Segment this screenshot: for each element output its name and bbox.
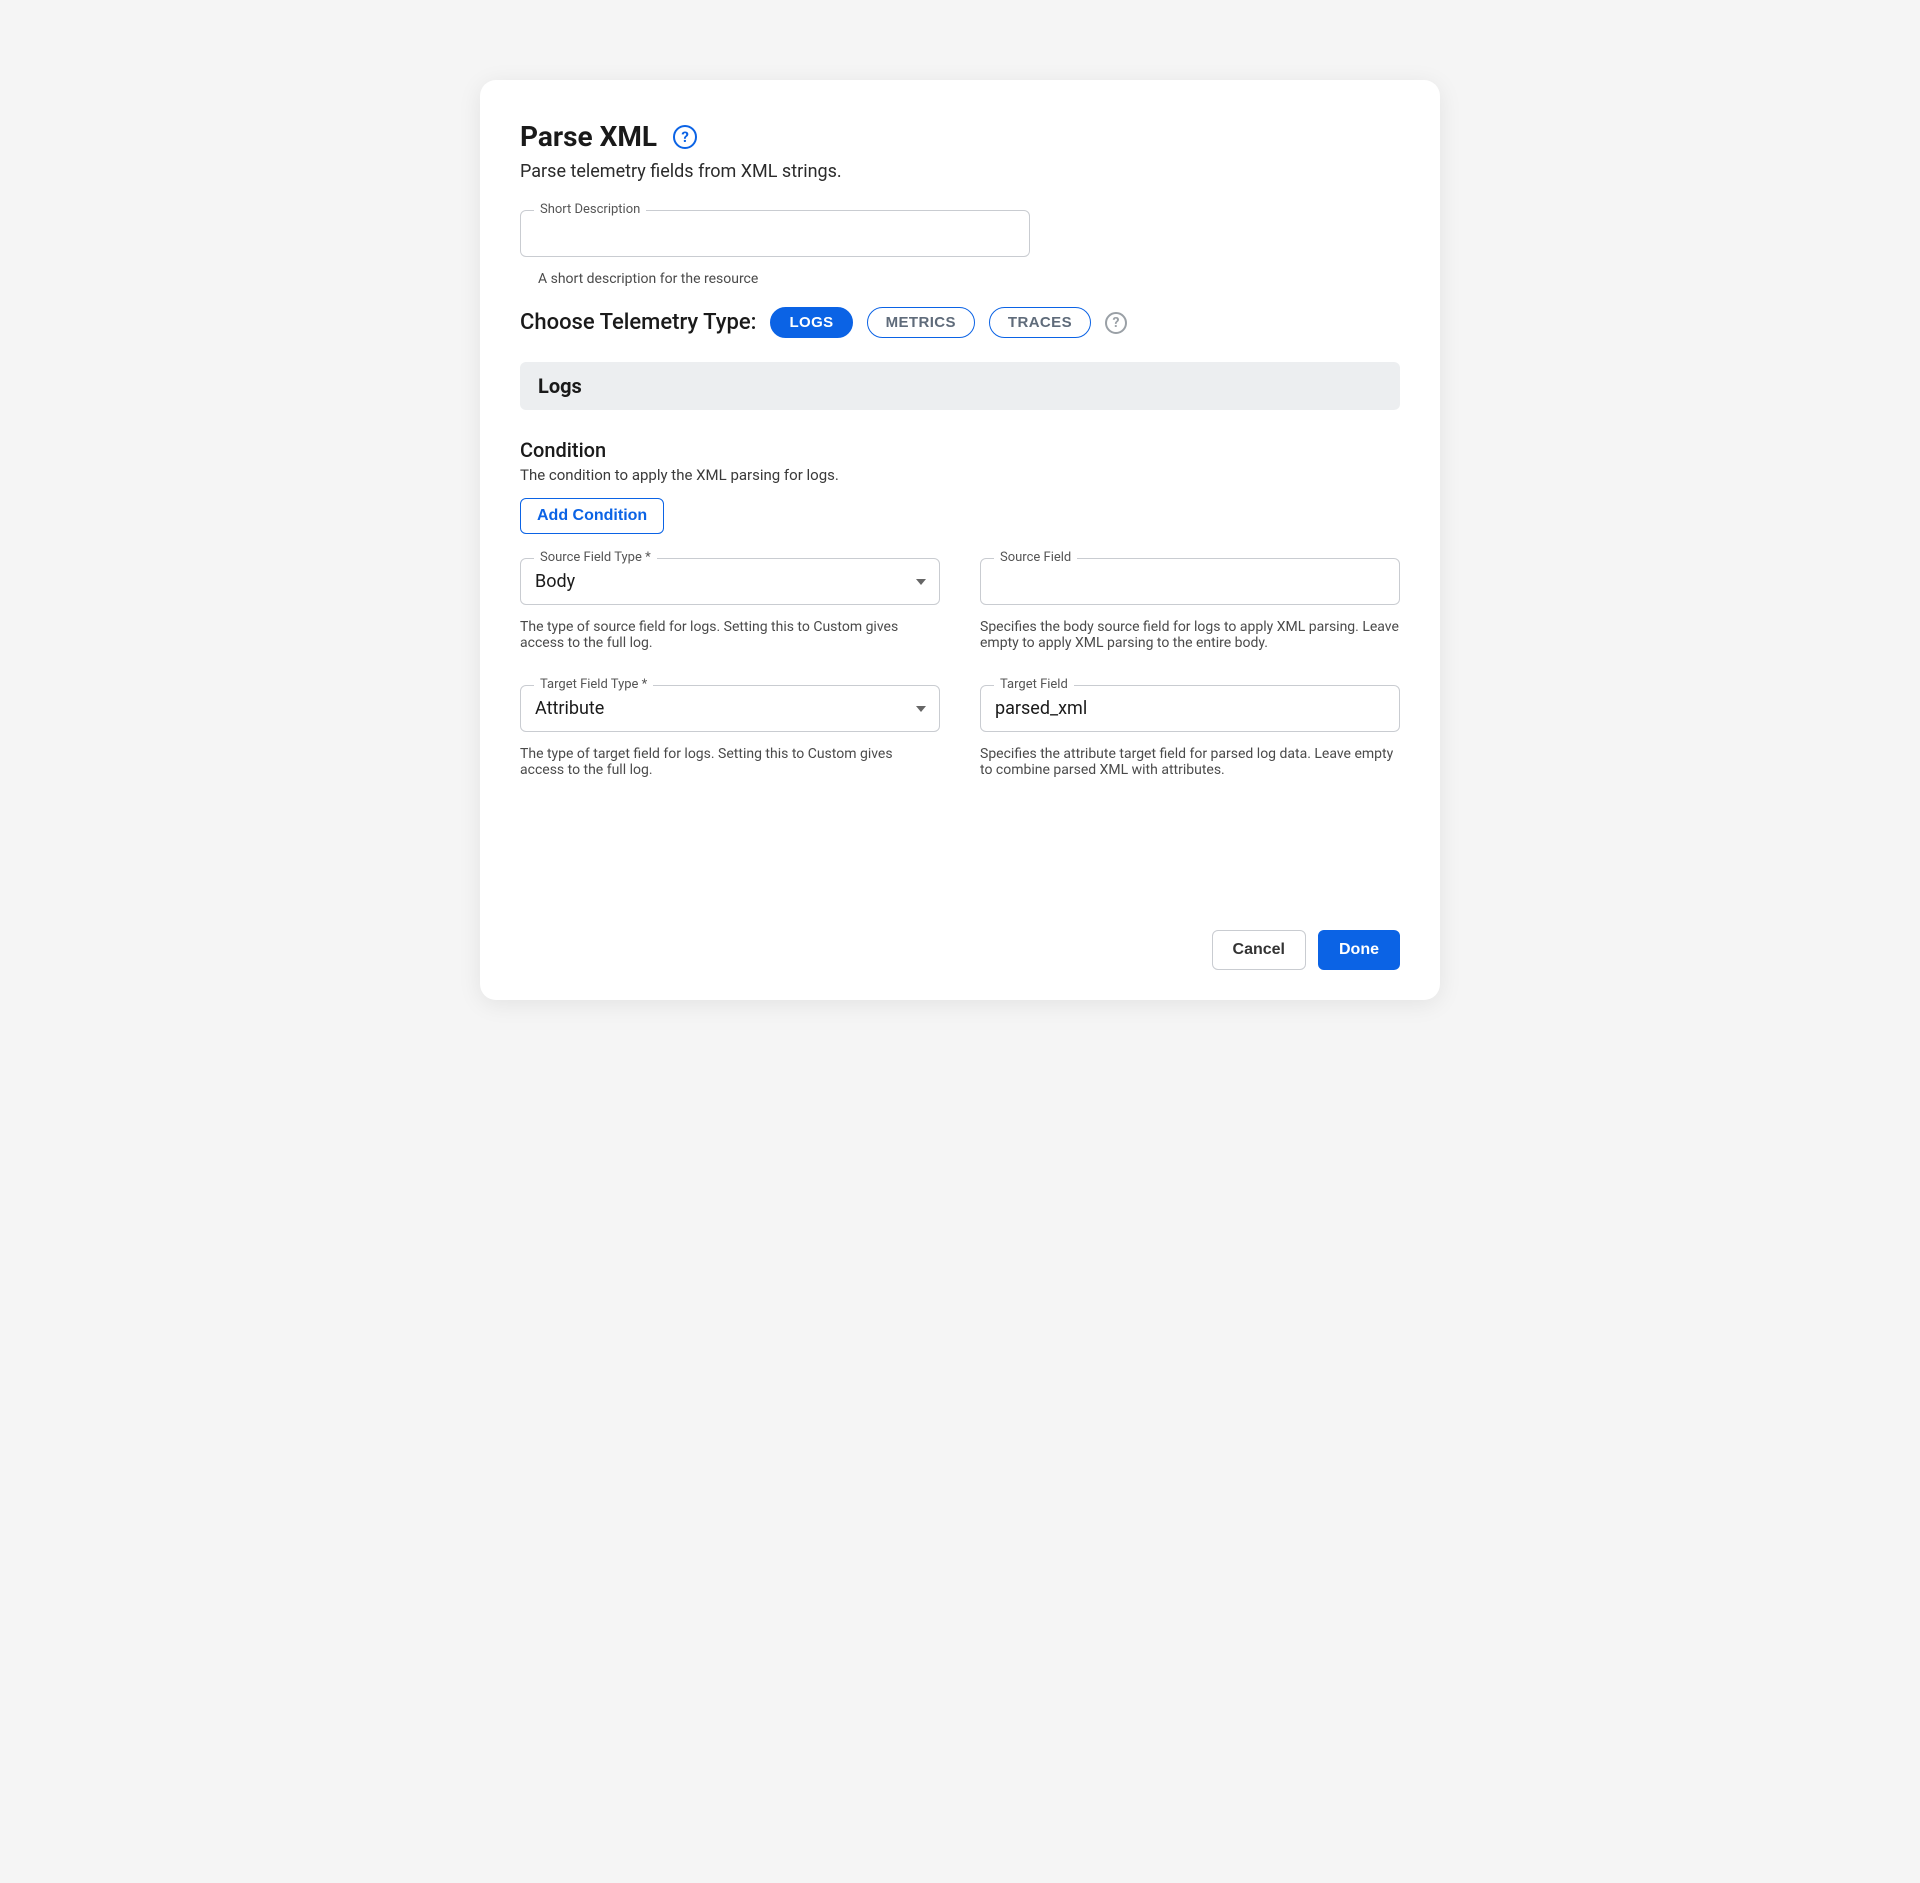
fields-grid-row2: Target Field Type * Attribute The type o…: [520, 685, 1400, 802]
help-icon[interactable]: ?: [673, 125, 697, 149]
page-title: Parse XML: [520, 120, 657, 153]
target-field-type-helper: The type of target field for logs. Setti…: [520, 746, 940, 778]
source-field-input[interactable]: [980, 558, 1400, 605]
target-field-label: Target Field: [994, 677, 1074, 692]
condition-heading: Condition: [520, 438, 1400, 462]
short-description-helper: A short description for the resource: [538, 271, 1400, 287]
telemetry-type-row: Choose Telemetry Type: LOGS METRICS TRAC…: [520, 307, 1400, 338]
condition-section: Condition The condition to apply the XML…: [520, 438, 1400, 558]
header-row: Parse XML ?: [520, 120, 1400, 153]
source-field-type-helper: The type of source field for logs. Setti…: [520, 619, 940, 651]
short-description-field: Short Description: [520, 210, 1400, 257]
source-field-type-col: Source Field Type * Body The type of sou…: [520, 558, 940, 675]
condition-sub: The condition to apply the XML parsing f…: [520, 466, 1400, 484]
cancel-button[interactable]: Cancel: [1212, 930, 1306, 970]
telemetry-type-label: Choose Telemetry Type:: [520, 310, 756, 335]
target-field-col: Target Field Specifies the attribute tar…: [980, 685, 1400, 802]
source-field-type-select[interactable]: Body: [520, 558, 940, 605]
source-field-helper: Specifies the body source field for logs…: [980, 619, 1400, 651]
target-field-input[interactable]: [980, 685, 1400, 732]
target-field-type-col: Target Field Type * Attribute The type o…: [520, 685, 940, 802]
dialog-card: Parse XML ? Parse telemetry fields from …: [480, 80, 1440, 1000]
source-field-label: Source Field: [994, 550, 1077, 565]
fields-grid-row1: Source Field Type * Body The type of sou…: [520, 558, 1400, 675]
short-description-label: Short Description: [534, 202, 646, 217]
telemetry-pill-metrics[interactable]: METRICS: [867, 307, 975, 338]
page-subtitle: Parse telemetry fields from XML strings.: [520, 161, 1400, 182]
dialog-footer: Cancel Done: [520, 910, 1400, 970]
telemetry-help-icon[interactable]: ?: [1105, 312, 1127, 334]
target-field-type-select[interactable]: Attribute: [520, 685, 940, 732]
section-title-bar: Logs: [520, 362, 1400, 410]
source-field-col: Source Field Specifies the body source f…: [980, 558, 1400, 675]
telemetry-pill-traces[interactable]: TRACES: [989, 307, 1091, 338]
source-field-type-label: Source Field Type *: [534, 550, 657, 565]
target-field-type-label: Target Field Type *: [534, 677, 653, 692]
target-field-helper: Specifies the attribute target field for…: [980, 746, 1400, 778]
telemetry-pill-logs[interactable]: LOGS: [770, 307, 852, 338]
add-condition-button[interactable]: Add Condition: [520, 498, 664, 534]
short-description-input[interactable]: [520, 210, 1030, 257]
done-button[interactable]: Done: [1318, 930, 1400, 970]
